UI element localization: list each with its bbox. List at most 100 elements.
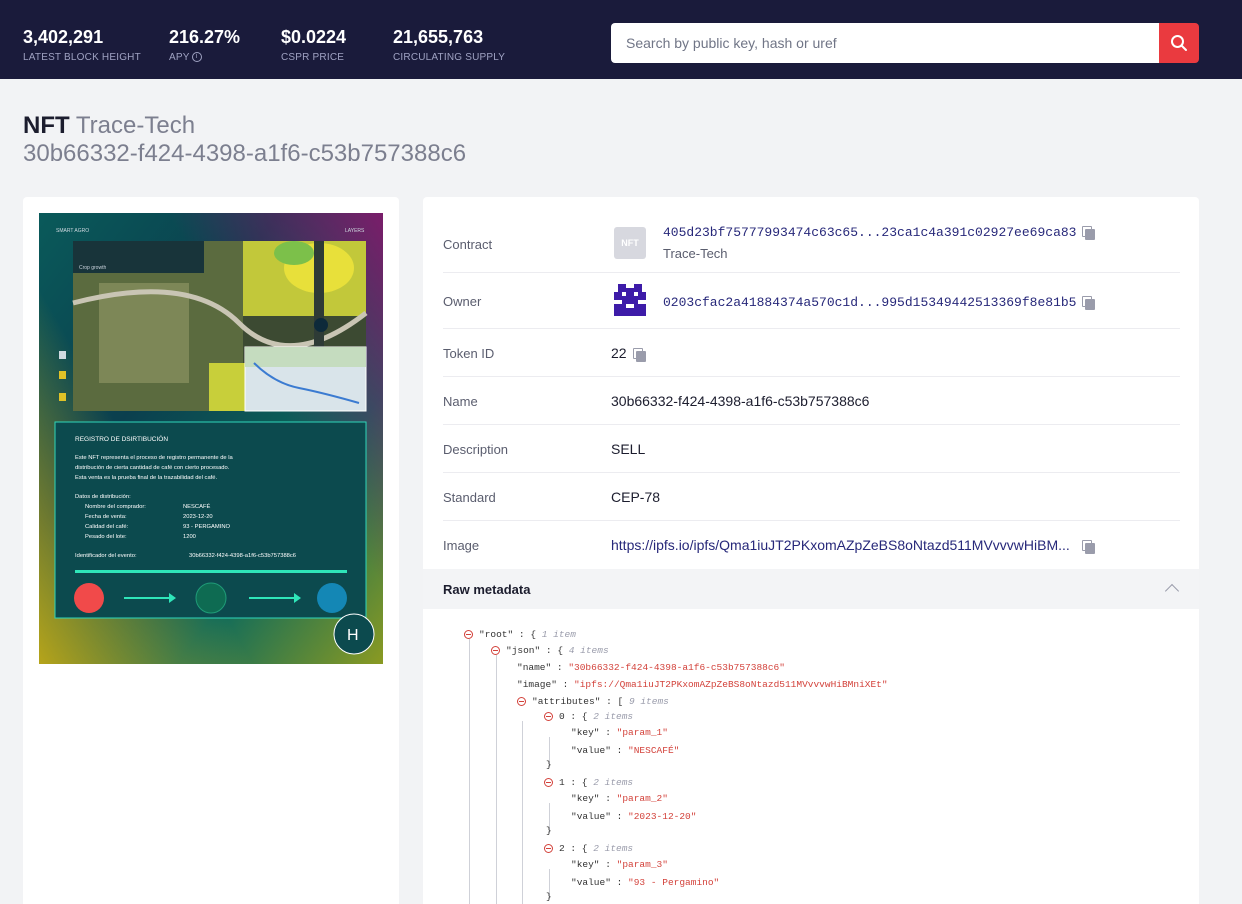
event-id: 30b66332-f424-4398-a1f6-c53b757388c6 (189, 553, 296, 559)
json-item-row: 2 : { 2 items (544, 843, 633, 855)
header-left: SMART AGRO (56, 228, 89, 234)
row-label: Token ID (443, 346, 495, 361)
chevron-up-icon[interactable] (1164, 583, 1180, 599)
json-value: "param_2" (616, 793, 668, 804)
logo-letter: H (347, 627, 359, 644)
json-value-row: "value" : "NESCAFÉ" (571, 745, 680, 756)
copy-icon[interactable] (632, 348, 646, 363)
json-value: "30b66332-f424-4398-a1f6-c53b757388c6" (568, 662, 785, 673)
contract-value: 405d23bf75777993474c63c65...23ca1c4a391c… (663, 223, 1096, 241)
stat-apy: 216.27% APY i (169, 27, 240, 63)
json-key: "value" (571, 745, 611, 756)
json-key: "attributes" (532, 696, 601, 707)
search-input[interactable] (611, 23, 1160, 63)
owner-avatar-icon[interactable] (614, 284, 646, 316)
nft-image: Crop growth SMART AGRO LAYERS REGISTRO D… (39, 213, 383, 664)
stat-supply: 21,655,763 CIRCULATING SUPPLY (393, 27, 505, 63)
row-label: Standard (443, 490, 496, 505)
json-key: "json" (506, 645, 541, 656)
json-key-row: "key" : "param_1" (571, 727, 668, 738)
nft-image-card: Crop growth SMART AGRO LAYERS REGISTRO D… (23, 197, 399, 904)
contract-name: Trace-Tech (663, 246, 728, 261)
row-label: Owner (443, 294, 482, 309)
image-url-link[interactable]: https://ipfs.io/ipfs/Qma1iuJT2PKxomAZpZe… (611, 537, 1070, 553)
field-value: 93 - PERGAMINO (183, 524, 231, 530)
field-value: 2023-12-20 (183, 514, 213, 520)
collapse-icon[interactable] (544, 777, 553, 787)
stat-value: $0.0224 (281, 27, 347, 47)
json-item-row: 1 : { 2 items (544, 777, 633, 789)
field-value: NESCAFÉ (183, 503, 211, 510)
row-name: Name 30b66332-f424-4398-a1f6-c53b757388c… (443, 377, 1180, 425)
json-close-brace: } (546, 825, 552, 836)
json-value-row: "value" : "2023-12-20" (571, 811, 697, 822)
tree-line (522, 721, 523, 904)
json-index: 2 (559, 843, 565, 854)
details-card: Contract NFT 405d23bf75777993474c63c65..… (423, 197, 1199, 904)
collapse-icon[interactable] (464, 629, 473, 639)
raw-metadata-title: Raw metadata (443, 582, 531, 597)
json-index: 0 (559, 711, 565, 722)
header-right: LAYERS (345, 228, 365, 234)
json-key: "root" (479, 629, 514, 640)
stat-block-height: 3,402,291 LATEST BLOCK HEIGHT (23, 27, 141, 63)
panel-text: distribución de cierta cantidad de café … (75, 465, 230, 471)
json-value: "NESCAFÉ" (628, 745, 680, 756)
field-key: Nombre del comprador: (85, 504, 146, 510)
search-button[interactable] (1159, 23, 1199, 63)
json-key: "key" (571, 727, 600, 738)
json-value: "ipfs://Qma1iuJT2PKxomAZpZeBS8oNtazd511M… (574, 679, 888, 690)
search-icon (1171, 35, 1187, 51)
image-value: https://ipfs.io/ipfs/Qma1iuJT2PKxomAZpZe… (611, 537, 1095, 555)
description-value: SELL (611, 441, 646, 457)
title-name: Trace-Tech (75, 112, 196, 139)
token-id: 22 (611, 345, 627, 361)
json-json-row: "json" : { 4 items (491, 645, 609, 657)
json-close-brace: } (546, 891, 552, 902)
contract-hash-link[interactable]: 405d23bf75777993474c63c65...23ca1c4a391c… (663, 225, 1076, 240)
row-label: Name (443, 394, 478, 409)
standard-value: CEP-78 (611, 489, 661, 505)
nft-badge-icon: NFT (614, 227, 646, 259)
row-token-id: Token ID 22 (443, 329, 1180, 377)
stat-value: 216.27% (169, 27, 241, 47)
json-key: "value" (571, 811, 611, 822)
json-count: 1 item (541, 629, 576, 640)
json-image-row: "image" : "ipfs://Qma1iuJT2PKxomAZpZeBS8… (517, 679, 888, 690)
json-count: 9 items (628, 696, 669, 707)
owner-value: 0203cfac2a41884374a570c1d...995d15349442… (663, 293, 1096, 311)
json-count: 2 items (593, 777, 634, 788)
top-bar: 3,402,291 LATEST BLOCK HEIGHT 216.27% AP… (0, 0, 1242, 79)
json-index: 1 (559, 777, 565, 788)
field-key: Fecha de venta: (85, 514, 127, 520)
info-icon[interactable]: i (191, 52, 202, 63)
collapse-icon[interactable] (544, 711, 553, 721)
collapse-icon[interactable] (517, 696, 526, 706)
collapse-icon[interactable] (544, 843, 553, 853)
copy-icon[interactable] (1081, 540, 1095, 555)
panel-title: REGISTRO DE DSIRTIBUCIÓN (75, 434, 168, 443)
row-standard: Standard CEP-78 (443, 473, 1180, 521)
json-key: "value" (571, 877, 611, 888)
stat-label-wrap: APY i (169, 52, 240, 63)
json-viewer: "root" : { 1 item "json" : { 4 items "na… (423, 609, 1199, 904)
collapse-icon[interactable] (491, 645, 500, 655)
row-description: Description SELL (443, 425, 1180, 473)
json-count: 4 items (568, 645, 609, 656)
owner-hash-link[interactable]: 0203cfac2a41884374a570c1d...995d15349442… (663, 295, 1076, 310)
field-key: Calidad del café: (85, 524, 129, 530)
row-image: Image https://ipfs.io/ipfs/Qma1iuJT2PKxo… (443, 521, 1180, 569)
raw-metadata-header[interactable]: Raw metadata (423, 569, 1199, 609)
json-close-brace: } (546, 759, 552, 770)
panel-text: Este NFT representa el proceso de regist… (75, 455, 234, 461)
json-key-row: "key" : "param_2" (571, 793, 668, 804)
json-count: 2 items (593, 843, 634, 854)
json-item-row: 0 : { 2 items (544, 711, 633, 723)
stat-value: 3,402,291 (23, 27, 104, 47)
copy-icon[interactable] (1082, 226, 1096, 241)
row-contract: Contract NFT 405d23bf75777993474c63c65..… (443, 217, 1180, 273)
copy-icon[interactable] (1082, 296, 1096, 311)
json-name-row: "name" : "30b66332-f424-4398-a1f6-c53b75… (517, 662, 785, 673)
row-label: Description (443, 442, 509, 457)
row-label: Image (443, 538, 480, 553)
